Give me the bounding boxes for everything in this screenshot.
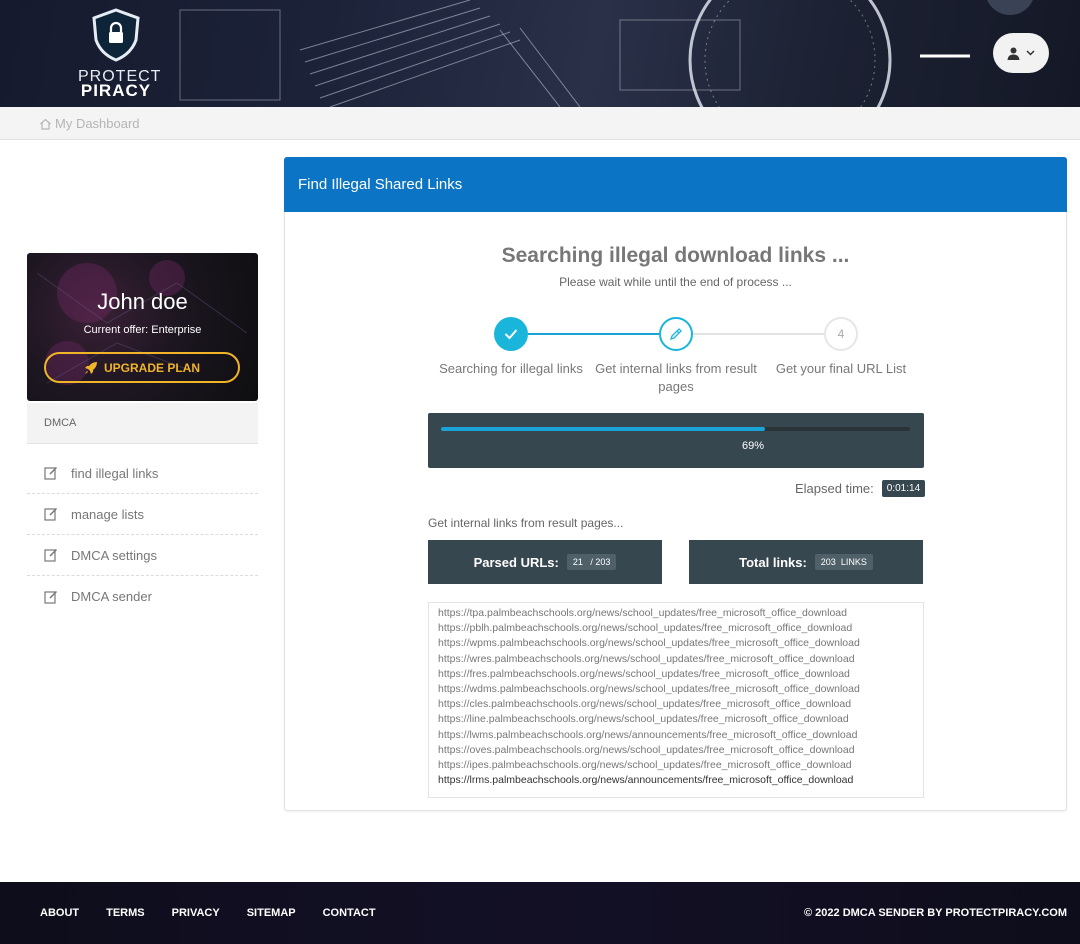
header-background xyxy=(179,0,1033,107)
step-2-circle xyxy=(659,317,693,351)
elapsed-time: Elapsed time: 0:01:14 xyxy=(795,480,926,497)
total-links-stat: Total links: 203 LINKS xyxy=(689,540,923,584)
edit-icon xyxy=(44,466,58,480)
sidebar-item-manage-lists[interactable]: manage lists xyxy=(27,494,258,535)
profile-card: John doe Current offer: Enterprise UPGRA… xyxy=(27,253,258,401)
edit-icon xyxy=(44,548,58,562)
list-item[interactable]: https://oves.palmbeachschools.org/news/s… xyxy=(438,743,914,758)
list-item[interactable]: https://wdms.palmbeachschools.org/news/s… xyxy=(438,682,914,697)
sidebar-item-label: DMCA settings xyxy=(71,547,157,563)
breadcrumb[interactable]: My Dashboard xyxy=(39,116,140,131)
sidebar-item-label: find illegal links xyxy=(71,465,159,481)
progress-track xyxy=(441,427,910,431)
chevron-down-icon xyxy=(1026,50,1035,56)
footer-link-privacy[interactable]: PRIVACY xyxy=(172,907,220,919)
card-header: Find Illegal Shared Links xyxy=(284,157,1067,212)
elapsed-value: 0:01:14 xyxy=(881,480,926,497)
progress-bar xyxy=(441,427,765,431)
list-item[interactable]: https://lwms.palmbeachschools.org/news/a… xyxy=(438,728,914,743)
progress-subheading: Please wait while until the end of proce… xyxy=(559,275,792,289)
url-list[interactable]: https://tpa.palmbeachschools.org/news/sc… xyxy=(428,602,924,798)
edit-icon xyxy=(44,590,58,604)
copyright: © 2022 DMCA SENDER BY PROTECTPIRACY.COM xyxy=(804,907,1067,919)
step-3-number: 4 xyxy=(837,327,845,341)
footer-link-terms[interactable]: TERMS xyxy=(106,907,145,919)
parsed-urls-total: / 203 xyxy=(590,557,611,567)
card-title: Find Illegal Shared Links xyxy=(298,176,463,193)
footer-link-sitemap[interactable]: SITEMAP xyxy=(247,907,296,919)
parsed-urls-badge: 21 / 203 xyxy=(566,554,617,570)
footer-links: ABOUT TERMS PRIVACY SITEMAP CONTACT xyxy=(40,907,403,919)
step-1-circle xyxy=(494,317,528,351)
list-item[interactable]: https://cles.palmbeachschools.org/news/s… xyxy=(438,697,914,712)
progress-panel: 69% xyxy=(428,413,924,468)
find-links-card: Find Illegal Shared Links Searching ille… xyxy=(284,157,1067,811)
profile-offer: Current offer: Enterprise xyxy=(83,324,202,336)
brand-logo[interactable]: PROTECT PIRACY xyxy=(78,8,160,100)
sidebar-item-dmca-sender[interactable]: DMCA sender xyxy=(27,576,258,617)
rocket-icon xyxy=(84,361,97,374)
list-item[interactable]: https://wres.palmbeachschools.org/news/s… xyxy=(438,652,914,667)
list-item[interactable]: https://tpa.palmbeachschools.org/news/sc… xyxy=(438,606,914,621)
list-item[interactable]: https://fres.palmbeachschools.org/news/s… xyxy=(438,667,914,682)
footer-link-about[interactable]: ABOUT xyxy=(40,907,79,919)
current-step-label: Get internal links from result pages... xyxy=(428,516,624,530)
profile-name: John doe xyxy=(97,289,188,314)
user-icon xyxy=(1007,47,1020,60)
total-links-label: Total links: xyxy=(739,554,807,570)
parsed-urls-count: 21 xyxy=(572,557,583,567)
sidebar-item-dmca-settings[interactable]: DMCA settings xyxy=(27,535,258,576)
footer-link-contact[interactable]: CONTACT xyxy=(323,907,376,919)
list-item[interactable]: https://pblh.palmbeachschools.org/news/s… xyxy=(438,621,914,636)
sidebar-section-title: DMCA xyxy=(27,403,258,444)
progress-percent: 69% xyxy=(741,440,765,452)
pencil-icon xyxy=(669,328,682,341)
total-links-count: 203 xyxy=(820,557,836,567)
step-3-circle: 4 xyxy=(824,317,858,351)
step-2-label: Get internal links from result pages xyxy=(595,361,757,394)
breadcrumb-bar: My Dashboard xyxy=(0,107,1080,140)
user-menu-button[interactable] xyxy=(993,33,1049,73)
sidebar-item-label: DMCA sender xyxy=(71,589,152,604)
site-header: PROTECT PIRACY xyxy=(0,0,1080,107)
sidebar-item-label: manage lists xyxy=(71,506,144,522)
list-item[interactable]: https://wpms.palmbeachschools.org/news/s… xyxy=(438,636,914,651)
sidebar-menu: find illegal links manage lists DMCA set… xyxy=(27,453,258,617)
check-icon xyxy=(504,329,518,340)
lock-shield-icon xyxy=(92,8,140,62)
progress-heading: Searching illegal download links ... xyxy=(501,244,850,267)
list-item[interactable]: https://line.palmbeachschools.org/news/s… xyxy=(438,712,914,727)
step-1-label: Searching for illegal links xyxy=(439,361,583,376)
parsed-urls-label: Parsed URLs: xyxy=(473,554,559,570)
list-item[interactable]: https://ipes.palmbeachschools.org/news/s… xyxy=(438,758,914,773)
site-footer: ABOUT TERMS PRIVACY SITEMAP CONTACT © 20… xyxy=(0,882,1080,944)
upgrade-plan-label: UPGRADE PLAN xyxy=(103,360,200,375)
total-links-unit: LINKS xyxy=(840,557,867,567)
home-icon xyxy=(40,118,51,130)
total-links-badge: 203 LINKS xyxy=(814,554,873,570)
upgrade-plan-button[interactable]: UPGRADE PLAN xyxy=(44,352,240,383)
breadcrumb-label: My Dashboard xyxy=(55,116,140,131)
sidebar-item-find-illegal-links[interactable]: find illegal links xyxy=(27,453,258,494)
brand-line2: PIRACY xyxy=(80,81,152,100)
step-3-label: Get your final URL List xyxy=(775,361,907,376)
edit-icon xyxy=(44,507,58,521)
elapsed-label: Elapsed time: xyxy=(795,481,874,496)
parsed-urls-stat: Parsed URLs: 21 / 203 xyxy=(428,540,662,584)
list-item[interactable]: https://lrms.palmbeachschools.org/news/a… xyxy=(438,773,914,788)
